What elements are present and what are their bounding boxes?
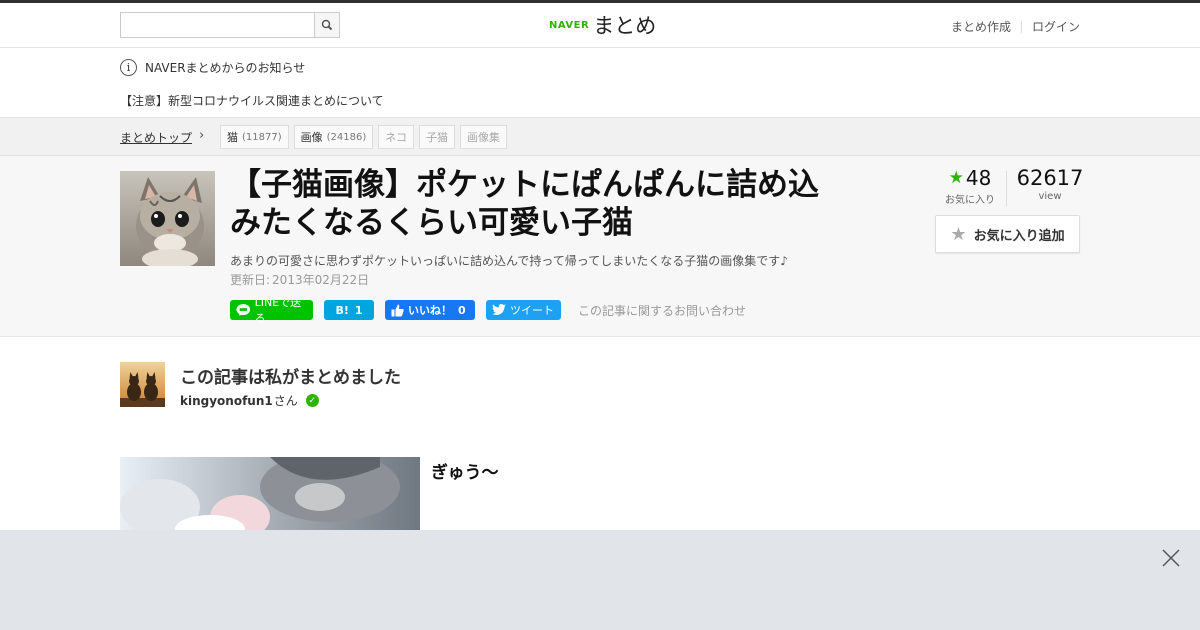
breadcrumb-top-link[interactable]: まとめトップ <box>120 129 192 146</box>
tag-label: 画像 <box>300 131 323 144</box>
tag-label: 画像集 <box>467 131 501 144</box>
twitter-bird-icon <box>492 304 506 315</box>
author-suffix: さん <box>273 394 298 408</box>
line-icon <box>236 304 251 316</box>
tag-count: (24186) <box>326 131 367 143</box>
chevron-right-icon: › <box>199 128 205 143</box>
search-icon <box>321 19 333 31</box>
favorites-label: お気に入り <box>945 195 995 206</box>
breadcrumb: まとめトップ › 猫 (11877) 画像 (24186) ネコ 子猫 画像集 <box>0 118 1200 156</box>
star-outline-icon: ★ <box>950 223 967 245</box>
inquiry-link[interactable]: この記事に関するお問い合わせ <box>578 302 746 319</box>
tweet-button[interactable]: ツイート <box>486 300 561 320</box>
add-favorite-label: お気に入り追加 <box>973 228 1065 244</box>
global-header: NAVER まとめ まとめ作成 ログイン <box>0 3 1200 48</box>
tag-kitten[interactable]: 子猫 <box>419 125 456 149</box>
article-description: あまりの可愛さに思わずポケットいっぱいに詰め込んで持って帰ってしまいたくなる子猫… <box>230 254 788 268</box>
article-title: 【子猫画像】ポケットにぱんぱんに詰め込みたくなるくらい可愛い子猫 <box>230 167 819 241</box>
line-share-label: LINEで送る <box>254 296 302 325</box>
tag-cat[interactable]: 猫 (11877) <box>220 125 289 149</box>
hatena-label: B! <box>335 303 349 317</box>
star-icon: ★ <box>948 168 964 188</box>
item-image[interactable] <box>120 457 420 537</box>
views-count: 62617 <box>1016 166 1084 190</box>
nav-create-matome[interactable]: まとめ作成 <box>951 18 1011 35</box>
updated-label: 更新日: <box>230 273 271 287</box>
close-icon[interactable] <box>1160 547 1182 569</box>
search-button[interactable] <box>314 13 339 37</box>
info-icon: i <box>120 59 137 76</box>
notice-label: NAVERまとめからのお知らせ <box>145 61 306 75</box>
facebook-like-button[interactable]: いいね！ 0 <box>385 300 475 320</box>
tag-list: 猫 (11877) 画像 (24186) ネコ 子猫 画像集 <box>220 125 508 149</box>
stats-divider <box>1006 171 1007 206</box>
article-updated: 更新日: 2013年02月22日 <box>230 271 369 288</box>
updated-date: 2013年02月22日 <box>272 273 370 287</box>
hatena-bookmark-button[interactable]: B! 1 <box>324 300 374 320</box>
logo-brand: NAVER <box>549 19 590 31</box>
ad-overlay <box>0 530 1200 630</box>
tag-image-collection[interactable]: 画像集 <box>460 125 508 149</box>
add-favorite-button[interactable]: ★ お気に入り追加 <box>935 215 1080 253</box>
favorites-count: 48 <box>965 166 992 190</box>
article-thumbnail <box>120 171 215 266</box>
favorites-stat: ★ 48 お気に入り <box>935 166 1005 206</box>
author-lead: この記事は私がまとめました <box>180 368 401 388</box>
site-logo[interactable]: NAVER まとめ <box>549 10 656 40</box>
tag-count: (11877) <box>242 131 282 143</box>
facebook-like-count: 0 <box>458 303 466 317</box>
search-box <box>120 12 340 38</box>
tag-label: 猫 <box>227 131 238 144</box>
item-caption: ぎゅう〜 <box>431 463 499 483</box>
facebook-like-label: いいね！ <box>408 304 452 317</box>
notice-area: i NAVERまとめからのお知らせ 【注意】新型コロナウイルス関連まとめについて <box>0 48 1200 118</box>
hatena-count: 1 <box>354 303 363 317</box>
nav-divider <box>1020 20 1022 33</box>
thumbs-up-icon <box>391 304 404 316</box>
avatar[interactable] <box>120 362 165 407</box>
check-icon: ✓ <box>305 394 319 407</box>
author-section: この記事は私がまとめました kingyonofun1 さん ✓ <box>0 360 1200 420</box>
notice-heading: i NAVERまとめからのお知らせ <box>120 59 305 76</box>
global-nav: まとめ作成 ログイン <box>951 18 1080 35</box>
nav-login[interactable]: ログイン <box>1032 18 1080 35</box>
search-input[interactable] <box>121 13 315 37</box>
article-header: 【子猫画像】ポケットにぱんぱんに詰め込みたくなるくらい可愛い子猫 あまりの可愛さ… <box>0 156 1200 337</box>
tag-label: 子猫 <box>426 131 449 144</box>
article-stats: ★ 48 お気に入り 62617 view <box>935 166 1083 211</box>
tag-image[interactable]: 画像 (24186) <box>293 125 374 149</box>
line-share-button[interactable]: LINEで送る <box>230 296 313 325</box>
author-name[interactable]: kingyonofun1 <box>180 394 273 408</box>
social-buttons: LINEで送る B! 1 いいね！ 0 ツイート この記事に関するお問い合わせ <box>230 296 746 325</box>
views-label: view <box>1038 191 1062 202</box>
author-user: kingyonofun1 さん ✓ <box>180 392 319 409</box>
tag-neko[interactable]: ネコ <box>378 125 415 149</box>
tweet-label: ツイート <box>510 304 554 317</box>
logo-title: まとめ <box>593 14 657 38</box>
views-stat: 62617 view <box>1010 166 1090 202</box>
tag-label: ネコ <box>385 131 408 144</box>
notice-link[interactable]: 【注意】新型コロナウイルス関連まとめについて <box>120 92 384 109</box>
